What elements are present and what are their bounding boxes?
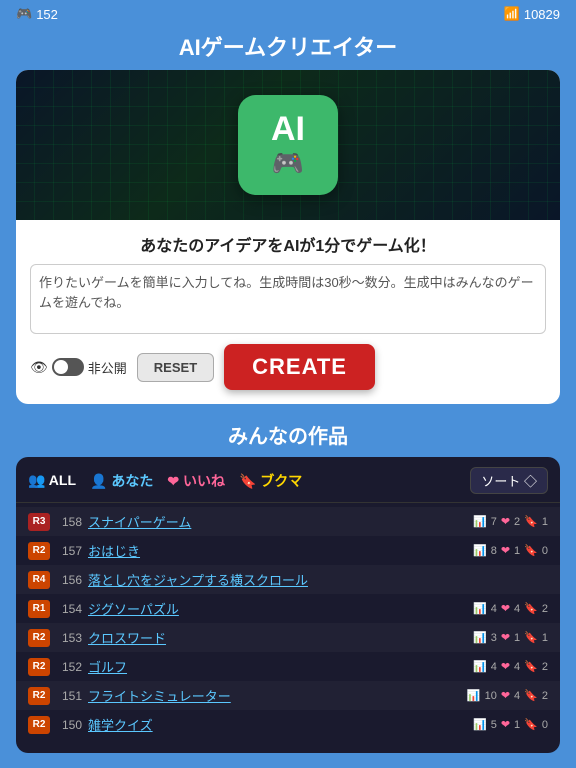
signal-value: 10829 bbox=[524, 7, 560, 22]
heart-icon: ❤ bbox=[501, 689, 510, 702]
game-count: 152 bbox=[36, 7, 58, 22]
game-title[interactable]: ジグソーパズル bbox=[88, 599, 467, 618]
signal-icon: 📶 bbox=[504, 6, 520, 22]
rank-badge: R2 bbox=[28, 658, 50, 676]
bar-icon: 📊 bbox=[467, 689, 481, 702]
hero-banner: AI 🎮 bbox=[16, 70, 560, 220]
rank-badge: R2 bbox=[28, 687, 50, 705]
game-stats: 📊7 ❤2 🔖1 bbox=[473, 515, 548, 528]
game-title[interactable]: ゴルフ bbox=[88, 657, 467, 676]
private-label: 非公開 bbox=[88, 358, 127, 377]
reset-button[interactable]: RESET bbox=[137, 353, 214, 382]
game-stats: 📊8 ❤1 🔖0 bbox=[473, 544, 548, 557]
bar-icon: 📊 bbox=[473, 631, 487, 644]
tab-liked[interactable]: ❤ いいね bbox=[167, 471, 225, 491]
page-title: AIゲームクリエイター bbox=[0, 28, 576, 70]
toggle-knob bbox=[54, 360, 68, 374]
rank-badge: R2 bbox=[28, 716, 50, 734]
game-idea-input[interactable]: 作りたいゲームを簡単に入力してね。生成時間は30秒〜数分。生成中はみんなのゲーム… bbox=[30, 264, 546, 334]
bookmark-icon: 🔖 bbox=[524, 660, 538, 673]
bar-icon: 📊 bbox=[473, 718, 487, 731]
ai-logo-box: AI 🎮 bbox=[238, 95, 338, 195]
list-item: R2 151 フライトシミュレーター 📊10 ❤4 🔖2 bbox=[16, 681, 560, 710]
hero-subtitle: あなたのアイデアをAIが1分でゲーム化！ bbox=[16, 220, 560, 264]
bookmark-icon: 🔖 bbox=[524, 544, 538, 557]
rank-badge: R4 bbox=[28, 571, 50, 589]
hero-card: AI 🎮 あなたのアイデアをAIが1分でゲーム化！ 作りたいゲームを簡単に入力し… bbox=[16, 70, 560, 404]
heart-icon: ❤ bbox=[501, 544, 510, 557]
game-number: 152 bbox=[56, 660, 82, 674]
controller-icon: 🎮 bbox=[272, 148, 304, 179]
game-stats: 📊3 ❤1 🔖1 bbox=[473, 631, 548, 644]
section-title: みんなの作品 bbox=[0, 416, 576, 457]
game-title[interactable]: フライトシミュレーター bbox=[88, 686, 461, 705]
game-stats: 📊10 ❤4 🔖2 bbox=[467, 689, 548, 702]
action-bar: 👁 非公開 RESET CREATE bbox=[16, 344, 560, 390]
bar-icon: 📊 bbox=[473, 544, 487, 557]
status-left: 🎮 152 bbox=[16, 6, 58, 22]
tab-all[interactable]: 👥 ALL bbox=[28, 472, 76, 489]
private-toggle[interactable]: 👁 非公開 bbox=[30, 358, 127, 377]
list-item: R3 158 スナイパーゲーム 📊7 ❤2 🔖1 bbox=[16, 507, 560, 536]
bar-icon: 📊 bbox=[473, 515, 487, 528]
game-number: 157 bbox=[56, 544, 82, 558]
game-number: 153 bbox=[56, 631, 82, 645]
game-title[interactable]: 落とし穴をジャンプする横スクロール bbox=[88, 570, 548, 589]
game-number: 151 bbox=[56, 689, 82, 703]
rank-badge: R2 bbox=[28, 629, 50, 647]
game-icon: 🎮 bbox=[16, 6, 32, 22]
sort-button[interactable]: ソート ◇ bbox=[470, 467, 548, 494]
game-title[interactable]: おはじき bbox=[88, 541, 467, 560]
game-stats: 📊5 ❤1 🔖0 bbox=[473, 718, 548, 731]
game-stats: 📊4 ❤4 🔖2 bbox=[473, 660, 548, 673]
status-bar: 🎮 152 📶 10829 bbox=[0, 0, 576, 28]
list-item: R2 150 雑学クイズ 📊5 ❤1 🔖0 bbox=[16, 710, 560, 739]
game-number: 158 bbox=[56, 515, 82, 529]
game-stats: 📊4 ❤4 🔖2 bbox=[473, 602, 548, 615]
heart-icon: ❤ bbox=[501, 631, 510, 644]
bookmark-icon: 🔖 bbox=[524, 689, 538, 702]
bookmark-icon: 🔖 bbox=[524, 631, 538, 644]
tab-yours[interactable]: 👤 あなた bbox=[90, 471, 153, 491]
bar-icon: 📊 bbox=[473, 602, 487, 615]
bookmark-icon: 🔖 bbox=[524, 602, 538, 615]
rank-badge: R3 bbox=[28, 513, 50, 531]
game-number: 156 bbox=[56, 573, 82, 587]
list-item: R2 152 ゴルフ 📊4 ❤4 🔖2 bbox=[16, 652, 560, 681]
heart-icon: ❤ bbox=[501, 602, 510, 615]
bookmark-icon: 🔖 bbox=[524, 515, 538, 528]
list-item: R2 153 クロスワード 📊3 ❤1 🔖1 bbox=[16, 623, 560, 652]
game-title[interactable]: スナイパーゲーム bbox=[88, 512, 467, 531]
heart-icon: ❤ bbox=[501, 718, 510, 731]
tab-bookmarked[interactable]: 🔖 ブクマ bbox=[239, 471, 302, 491]
rank-badge: R2 bbox=[28, 542, 50, 560]
bar-icon: 📊 bbox=[473, 660, 487, 673]
list-item: R2 157 おはじき 📊8 ❤1 🔖0 bbox=[16, 536, 560, 565]
game-title[interactable]: 雑学クイズ bbox=[88, 715, 467, 734]
filter-tabs: 👥 ALL 👤 あなた ❤ いいね 🔖 ブクマ ソート ◇ bbox=[16, 467, 560, 503]
game-title[interactable]: クロスワード bbox=[88, 628, 467, 647]
game-number: 150 bbox=[56, 718, 82, 732]
ai-logo-text: AI bbox=[271, 112, 305, 146]
community-card: 👥 ALL 👤 あなた ❤ いいね 🔖 ブクマ ソート ◇ R3 158 スナイ… bbox=[16, 457, 560, 753]
eye-icon: 👁 bbox=[30, 359, 48, 376]
list-item: R4 156 落とし穴をジャンプする横スクロール bbox=[16, 565, 560, 594]
heart-icon: ❤ bbox=[501, 515, 510, 528]
game-list: R3 158 スナイパーゲーム 📊7 ❤2 🔖1 R2 157 おはじき 📊8 … bbox=[16, 503, 560, 743]
list-item: R1 154 ジグソーパズル 📊4 ❤4 🔖2 bbox=[16, 594, 560, 623]
status-right: 📶 10829 bbox=[504, 6, 560, 22]
toggle-switch[interactable] bbox=[52, 358, 84, 376]
heart-icon: ❤ bbox=[501, 660, 510, 673]
bookmark-icon: 🔖 bbox=[524, 718, 538, 731]
game-number: 154 bbox=[56, 602, 82, 616]
rank-badge: R1 bbox=[28, 600, 50, 618]
create-button[interactable]: CREATE bbox=[224, 344, 375, 390]
